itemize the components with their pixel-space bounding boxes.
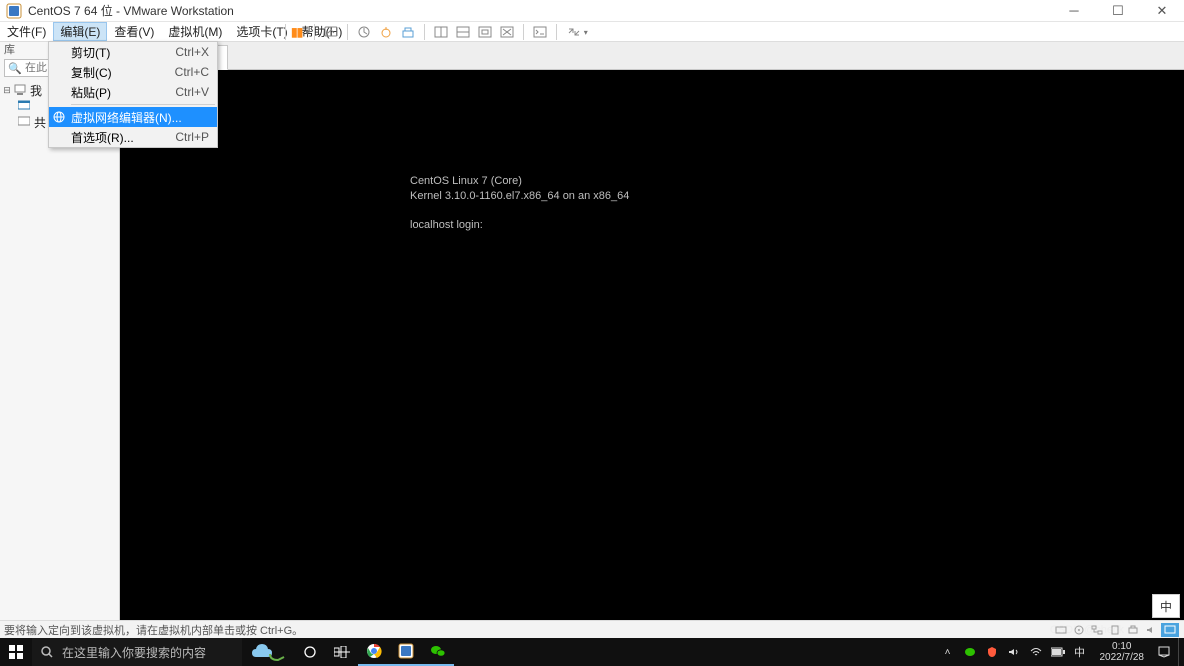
tray-chevron-icon[interactable]: ˄ [940,644,956,660]
status-printer-icon[interactable] [1125,623,1141,637]
taskbar-wechat[interactable] [422,638,454,666]
clock-time: 0:10 [1112,641,1131,652]
status-sound-icon[interactable] [1143,623,1159,637]
vm-icon [18,100,30,112]
clock-date: 2022/7/28 [1100,652,1145,663]
menu-view[interactable]: 查看(V) [107,22,161,41]
window-title: CentOS 7 64 位 - VMware Workstation [28,2,234,19]
windows-taskbar: 在这里输入你要搜索的内容 ˄ 中 0:10 2022/7/28 [0,638,1184,666]
start-button[interactable] [0,638,32,666]
menu-cut-shortcut: Ctrl+X [175,45,209,59]
taskbar-search-placeholder: 在这里输入你要搜索的内容 [62,644,206,661]
status-network-icon[interactable] [1089,623,1105,637]
vmware-status-bar: 要将输入定向到该虚拟机，请在虚拟机内部单击或按 Ctrl+G。 [0,620,1184,638]
search-icon: 🔍 [8,62,22,75]
console-line-1: CentOS Linux 7 (Core) [410,175,522,187]
window-title-bar: CentOS 7 64 位 - VMware Workstation ─ ☐ ✕ [0,0,1184,22]
manage-snapshot-icon[interactable] [397,22,419,42]
console-line-2: Kernel 3.10.0-1160.el7.x86_64 on an x86_… [410,190,629,202]
folder-icon [18,116,30,128]
tree-shared-label: 共 [34,114,46,130]
menu-preferences[interactable]: 首选项(R)... Ctrl+P [49,127,217,147]
snapshot-icon[interactable] [353,22,375,42]
tray-volume-icon[interactable] [1006,644,1022,660]
status-usb-icon[interactable] [1107,623,1123,637]
status-disk-icon[interactable] [1053,623,1069,637]
menu-prefs-shortcut: Ctrl+P [175,130,209,144]
stretch-icon[interactable]: ▾ [562,22,592,42]
menu-vm[interactable]: 虚拟机(M) [161,22,229,41]
show-desktop-button[interactable] [1178,638,1182,666]
status-display-icon[interactable] [1161,623,1179,637]
menu-file[interactable]: 文件(F) [0,22,53,41]
menu-copy-label: 复制(C) [71,64,112,81]
minimize-button[interactable]: ─ [1052,0,1096,22]
tree-root-label: 我 [30,82,42,98]
network-icon [52,110,66,124]
console-icon[interactable] [529,22,551,42]
edit-dropdown: 剪切(T) Ctrl+X 复制(C) Ctrl+C 粘贴(P) Ctrl+V 虚… [48,41,218,148]
menu-vnet-label: 虚拟网络编辑器(N)... [71,109,182,126]
send-cad-icon[interactable] [320,22,342,42]
maximize-button[interactable]: ☐ [1096,0,1140,22]
menu-paste[interactable]: 粘贴(P) Ctrl+V [49,82,217,102]
taskbar-weather[interactable] [242,638,294,666]
status-hint: 要将输入定向到该虚拟机，请在虚拟机内部单击或按 Ctrl+G。 [4,622,303,638]
view-fullscreen-icon[interactable] [474,22,496,42]
vm-pause-button[interactable]: ▮▮▾ [291,25,309,39]
toolbar: ▮▮▾ ▾ [280,22,592,42]
view-unity-icon[interactable] [496,22,518,42]
revert-snapshot-icon[interactable] [375,22,397,42]
tray-wifi-icon[interactable] [1028,644,1044,660]
menu-separator [71,104,215,105]
disclosure-icon[interactable]: ⊟ [2,85,12,96]
taskbar-chrome[interactable] [358,638,390,666]
view-split-icon[interactable] [452,22,474,42]
menu-copy[interactable]: 复制(C) Ctrl+C [49,62,217,82]
computer-icon [14,84,26,96]
taskbar-cortana[interactable] [294,638,326,666]
system-tray: ˄ 中 0:10 2022/7/28 [940,638,1184,666]
status-cd-icon[interactable] [1071,623,1087,637]
taskbar-search[interactable]: 在这里输入你要搜索的内容 [32,638,242,666]
menu-paste-shortcut: Ctrl+V [175,85,209,99]
console-line-3: localhost login: [410,219,483,231]
menu-virtual-network-editor[interactable]: 虚拟网络编辑器(N)... [49,107,217,127]
ime-indicator[interactable]: 中 [1152,594,1180,618]
menu-paste-label: 粘贴(P) [71,84,111,101]
guest-console[interactable]: CentOS Linux 7 (Core) Kernel 3.10.0-1160… [120,70,1184,620]
menu-edit[interactable]: 编辑(E) [53,22,107,41]
tray-security-icon[interactable] [984,644,1000,660]
tray-battery-icon[interactable] [1050,644,1066,660]
menu-copy-shortcut: Ctrl+C [175,65,209,79]
taskbar-vmware[interactable] [390,638,422,666]
tray-notifications-icon[interactable] [1156,644,1172,660]
tab-strip [120,42,1184,70]
taskbar-taskview[interactable] [326,638,358,666]
app-icon [6,3,22,19]
search-icon [40,645,54,659]
tray-ime[interactable]: 中 [1072,644,1088,660]
tray-wechat-icon[interactable] [962,644,978,660]
menu-prefs-label: 首选项(R)... [71,129,134,146]
view-single-icon[interactable] [430,22,452,42]
close-button[interactable]: ✕ [1140,0,1184,22]
menu-cut-label: 剪切(T) [71,44,110,61]
taskbar-clock[interactable]: 0:10 2022/7/28 [1094,641,1151,663]
menu-cut[interactable]: 剪切(T) Ctrl+X [49,42,217,62]
